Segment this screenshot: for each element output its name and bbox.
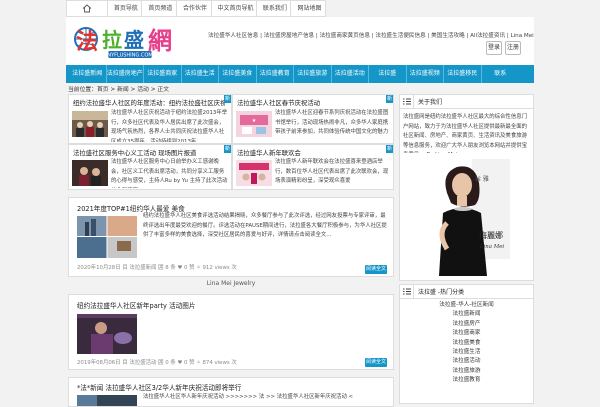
- card-excerpt: 法拉盛华人社区迎春节系列庆祝活动在法拉盛图书馆举行，活动现场热闹非凡，众多华人家…: [275, 110, 389, 135]
- header-links[interactable]: 法拉盛华人社区信息 | 法拉盛房屋地产信息 | 法拉盛商家黄页信息 | 法拉盛生…: [208, 31, 534, 39]
- svg-text:★: ★: [252, 118, 257, 124]
- news-card[interactable]: 法拉盛社区服务中心义工活动 现场图片报道 新 法拉盛华人社区服务中心日前举办义工…: [68, 144, 232, 190]
- svg-text:拉: 拉: [102, 28, 122, 52]
- card-excerpt: 法拉盛华人社区服务中心日前举办义工感谢晚会，社区义工代表出席活动，共同分享义工服…: [111, 159, 228, 188]
- category-item[interactable]: 法拉盛商家: [400, 329, 533, 338]
- post-meta: 2020年10月28日 目 法拉盛新闻 囲 8 条 ♥ 0 赞 ✧ 912 vi…: [77, 265, 237, 271]
- category-item[interactable]: 法拉盛活动: [400, 357, 533, 366]
- site-header: 法 拉 盛 網 NYFLUSHING.COM 法拉盛华人社区信息 | 法拉盛房屋…: [66, 17, 534, 65]
- card-title[interactable]: 法拉盛华人新年联欢会: [237, 148, 301, 157]
- category-item[interactable]: 法拉盛房产: [400, 320, 533, 329]
- category-item[interactable]: 法拉盛生活: [400, 348, 533, 357]
- sponsor-label[interactable]: Lina Mei Jewelry: [68, 280, 394, 287]
- register-button[interactable]: 注册: [505, 41, 521, 55]
- brand-sign: ⌘ 雅: [475, 175, 489, 183]
- mainnav-item[interactable]: 法拉盛生活: [182, 65, 219, 83]
- login-button[interactable]: 登录: [486, 41, 502, 55]
- mainnav-item[interactable]: 法拉盛新闻: [69, 65, 107, 83]
- profile-photo[interactable]: ⌘ 雅 梅麗娜 Lina Mei: [417, 153, 517, 276]
- post-excerpt: 纽约法拉盛华人社区美食评选活动结果揭晓，众多餐厅参与了此次评选，经过网友投票与专…: [143, 213, 387, 238]
- new-badge: 新: [224, 145, 231, 153]
- featured-post[interactable]: 纽约法拉盛华人社区新年party 活动图片 2019年08月06日 目 法拉盛活…: [68, 294, 394, 370]
- card-thumbnail[interactable]: ★: [236, 111, 272, 137]
- news-card[interactable]: 法拉盛华人新年联欢会 新 法拉盛华人新年联欢会在法拉盛喜来登酒店举行，数百位华人…: [232, 144, 394, 190]
- categories-widget: 法拉盛 -热门分类 法拉盛-华人-社区新闻 法拉盛新闻 法拉盛房产 法拉盛商家 …: [399, 284, 534, 404]
- category-item[interactable]: 法拉盛美食: [400, 339, 533, 348]
- svg-text:網: 網: [148, 27, 172, 55]
- mainnav-item[interactable]: 法拉盛教育: [257, 65, 294, 83]
- topnav-item[interactable]: 首页频道: [142, 1, 177, 16]
- card-title[interactable]: 法拉盛社区服务中心义工活动 现场图片报道: [73, 148, 196, 157]
- post-thumbnail[interactable]: [77, 216, 137, 258]
- card-excerpt: 法拉盛华人新年联欢会在法拉盛喜来登酒店举行，数百位华人社区代表出席了此次联欢会，…: [275, 159, 389, 184]
- card-thumbnail[interactable]: [236, 160, 272, 186]
- svg-text:盛: 盛: [124, 28, 144, 52]
- featured-post[interactable]: *法*新闻 法拉盛华人社区3/2华人新年庆祝活动即将举行 法拉盛华人社区华人新年…: [68, 377, 394, 407]
- category-item[interactable]: 法拉盛教育: [400, 376, 533, 385]
- featured-post[interactable]: 2021年度TOP#1纽约华人最爱 美食 纽约法拉盛华人社区美食评选活动结果揭晓…: [68, 197, 394, 277]
- mainnav-item[interactable]: 联系: [482, 65, 520, 83]
- read-more-button[interactable]: 阅读全文: [365, 265, 387, 274]
- signature-en: Lina Mei: [479, 244, 504, 250]
- about-text: 法拉盛网是纽约法拉盛华人社区最大的综合性信息门户网站，致力于为法拉盛华人社区提供…: [403, 114, 527, 153]
- home-button[interactable]: [67, 1, 108, 16]
- new-badge: 新: [386, 145, 393, 153]
- topnav-item[interactable]: 中文首页导航: [212, 1, 257, 16]
- breadcrumb: 当前位置：首页 > 新闻 > 活动 > 正文: [68, 87, 169, 93]
- new-badge: 新: [224, 95, 231, 103]
- topnav-item[interactable]: 网站地图: [291, 1, 325, 16]
- widget-title: 关于我们: [418, 99, 443, 106]
- post-title[interactable]: *法*新闻 法拉盛华人社区3/2华人新年庆祝活动即将举行: [77, 382, 241, 392]
- list-icon: [400, 94, 414, 109]
- topnav-item[interactable]: 合作伙伴: [177, 1, 212, 16]
- mainnav-item[interactable]: 法拉盛视频: [407, 65, 444, 83]
- list-icon: [400, 284, 414, 299]
- post-thumbnail[interactable]: [77, 314, 137, 354]
- topnav-item[interactable]: 联系我们: [257, 1, 292, 16]
- mainnav-item[interactable]: 法拉盛活动: [332, 65, 369, 83]
- post-thumbnail[interactable]: [77, 395, 137, 406]
- category-list: 法拉盛-华人-社区新闻 法拉盛新闻 法拉盛房产 法拉盛商家 法拉盛美食 法拉盛生…: [400, 301, 533, 386]
- card-excerpt: 法拉盛华人社区庆祝活动于纽约法拉盛2013年举行，众多社区代表及华人居民出席了此…: [111, 110, 228, 142]
- mainnav-item[interactable]: 法拉盛房地产: [107, 65, 144, 83]
- card-title[interactable]: 纽约法拉盛华人社区的年度活动：纽约法拉盛社区庆祝35周年: [73, 98, 225, 107]
- post-meta: 2019年08月06日 目 法拉盛活动 囲 0 条 ♥ 0 赞 ✧ 874 vi…: [77, 360, 237, 366]
- widget-header: 关于我们: [400, 94, 533, 109]
- logo-subtitle: NYFLUSHING.COM: [107, 53, 152, 59]
- mainnav-item[interactable]: 法拉盛商家: [144, 65, 182, 83]
- post-title[interactable]: 纽约法拉盛华人社区新年party 活动图片: [77, 300, 195, 310]
- new-badge: 新: [386, 95, 393, 103]
- mainnav-item[interactable]: 法拉盛移民: [444, 65, 482, 83]
- widget-header: 法拉盛 -热门分类: [400, 284, 533, 299]
- post-excerpt: 法拉盛华人社区华人新年庆祝活动 >>>>>>> 法 >> 法拉盛华人社区新年庆祝…: [143, 394, 354, 400]
- about-widget: 关于我们 法拉盛网是纽约法拉盛华人社区最大的综合性信息门户网站，致力于为法拉盛华…: [399, 94, 534, 281]
- home-icon: [82, 4, 92, 13]
- mainnav-item[interactable]: 法拉盛美食: [219, 65, 257, 83]
- top-nav: 首页导航 首页频道 合作伙伴 中文首页导航 联系我们 网站地图: [66, 0, 326, 17]
- read-more-button[interactable]: 阅读全文: [365, 358, 387, 367]
- news-card[interactable]: 法拉盛华人社区春节庆祝活动 新 ★ 法拉盛华人社区迎春节系列庆祝活动在法拉盛图书…: [232, 94, 394, 144]
- topnav-item[interactable]: 首页导航: [108, 1, 143, 16]
- category-item[interactable]: 法拉盛-华人-社区新闻: [400, 301, 533, 310]
- card-thumbnail[interactable]: [72, 160, 108, 186]
- main-nav: 法拉盛新闻 法拉盛房地产 法拉盛商家 法拉盛生活 法拉盛美食 法拉盛教育 法拉盛…: [66, 65, 534, 83]
- signature-cn: 梅麗娜: [479, 230, 503, 240]
- site-logo[interactable]: 法 拉 盛 網 NYFLUSHING.COM: [72, 21, 184, 61]
- category-item[interactable]: 法拉盛旅游: [400, 367, 533, 376]
- news-card[interactable]: 纽约法拉盛华人社区的年度活动：纽约法拉盛社区庆祝35周年 新 法拉盛华人社区庆祝…: [68, 94, 232, 144]
- mainnav-item[interactable]: 法拉盛: [369, 65, 407, 83]
- card-thumbnail[interactable]: [72, 111, 108, 137]
- widget-title: 法拉盛 -热门分类: [418, 289, 465, 296]
- mainnav-item[interactable]: 法拉盛旅游: [294, 65, 332, 83]
- category-item[interactable]: 法拉盛新闻: [400, 310, 533, 319]
- svg-text:法: 法: [76, 30, 98, 55]
- card-title[interactable]: 法拉盛华人社区春节庆祝活动: [237, 98, 320, 107]
